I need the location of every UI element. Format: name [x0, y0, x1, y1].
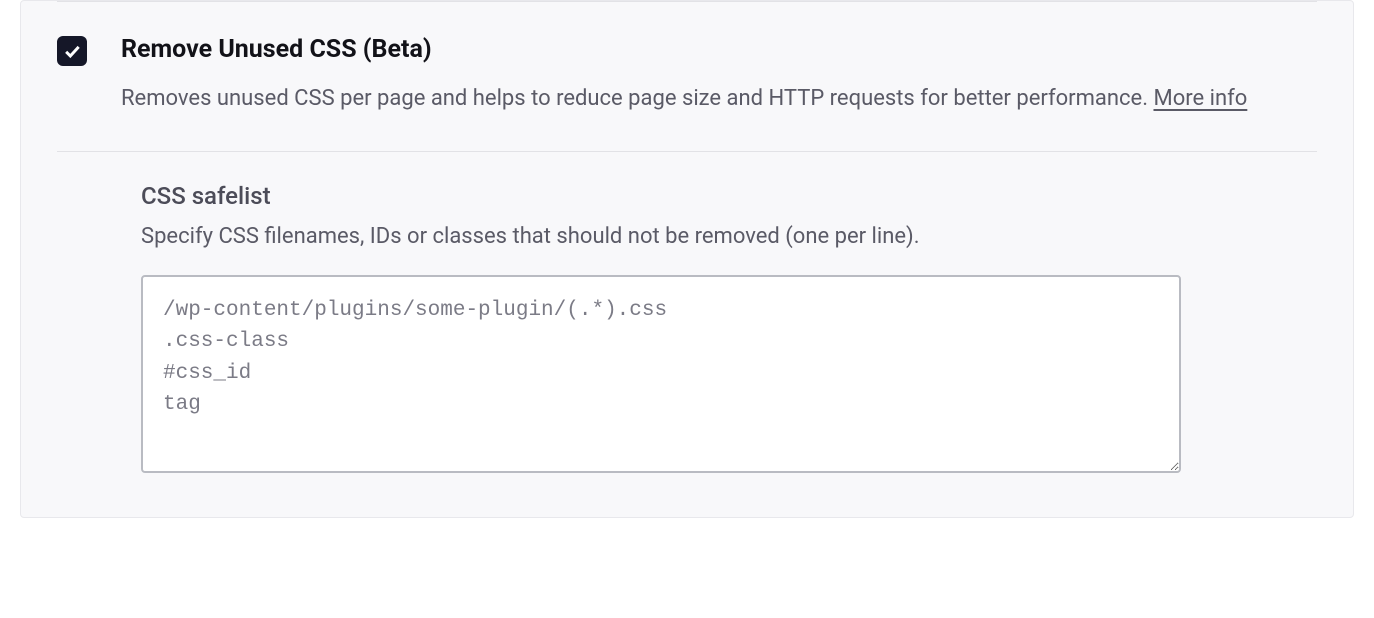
css-safelist-title: CSS safelist: [141, 182, 1317, 210]
remove-unused-css-checkbox[interactable]: [57, 36, 87, 66]
checkmark-icon: [62, 41, 82, 61]
option-body: Remove Unused CSS (Beta) Removes unused …: [121, 34, 1317, 117]
option-description-text: Removes unused CSS per page and helps to…: [121, 86, 1153, 111]
remove-unused-css-option: Remove Unused CSS (Beta) Removes unused …: [21, 2, 1353, 151]
css-safelist-textarea[interactable]: [141, 275, 1181, 473]
option-title: Remove Unused CSS (Beta): [121, 34, 1317, 67]
option-description: Removes unused CSS per page and helps to…: [121, 81, 1317, 117]
settings-panel: Remove Unused CSS (Beta) Removes unused …: [20, 0, 1354, 518]
css-safelist-section: CSS safelist Specify CSS filenames, IDs …: [21, 152, 1353, 477]
css-safelist-description: Specify CSS filenames, IDs or classes th…: [141, 222, 1317, 253]
more-info-link[interactable]: More info: [1153, 86, 1247, 111]
